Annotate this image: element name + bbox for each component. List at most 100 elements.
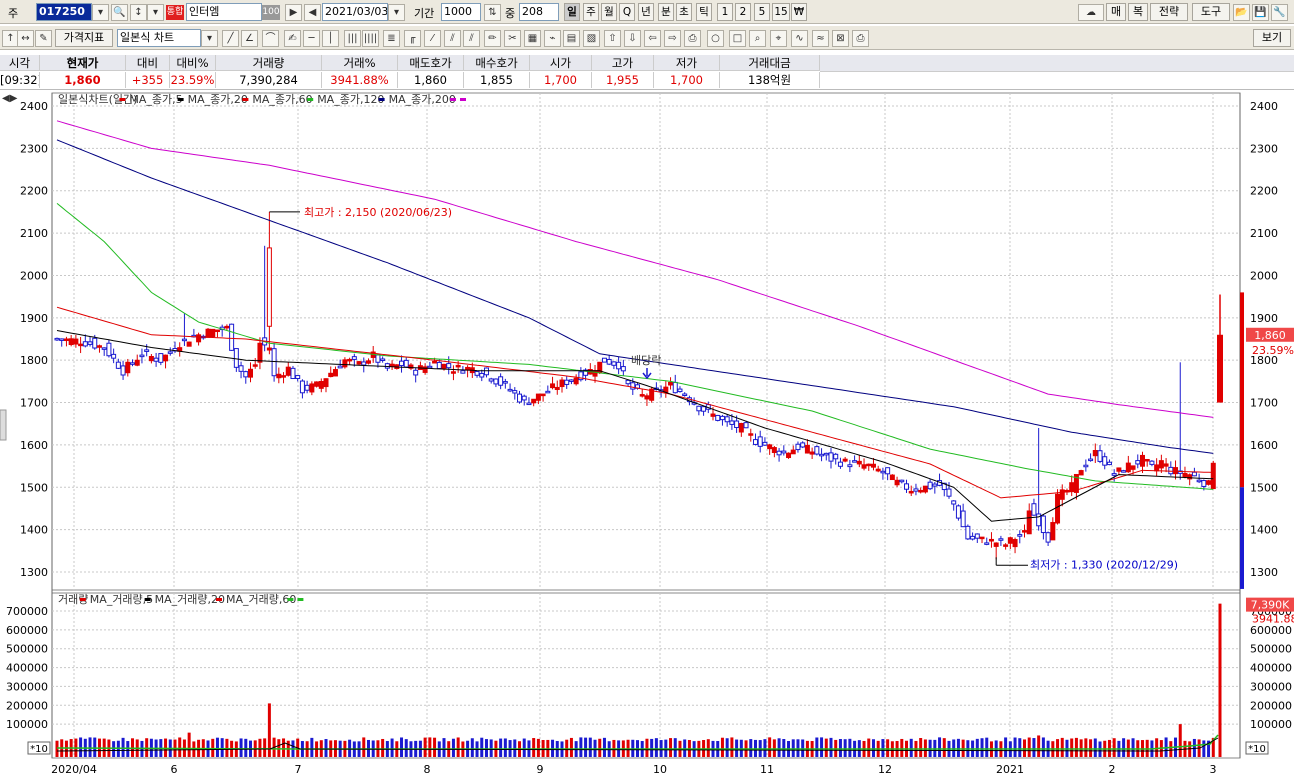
period-button-12[interactable]: ₩	[791, 3, 807, 21]
strategy-button[interactable]: 전략	[1150, 3, 1188, 21]
expand-icon[interactable]: ↔	[17, 30, 34, 47]
sort-icon[interactable]: ↕	[130, 4, 147, 21]
draw-retrace-icon[interactable]: ≣	[383, 30, 400, 47]
draw-line-icon[interactable]: ╱	[222, 30, 239, 47]
draw-fib-time-icon[interactable]: |||	[344, 30, 361, 47]
save-icon[interactable]: 💾	[1252, 4, 1269, 21]
draw-arc-icon[interactable]: ⌒	[262, 30, 279, 47]
draw-arrow-left-icon[interactable]: ⇦	[644, 30, 661, 47]
candle-down	[545, 390, 551, 394]
candle-up	[918, 489, 924, 493]
multi-button[interactable]: 복	[1128, 3, 1148, 21]
chart-type-select[interactable]: 일본식 차트	[117, 29, 201, 47]
period-button-4[interactable]: 년	[638, 3, 654, 21]
draw-arrow-right-icon[interactable]: ⇨	[664, 30, 681, 47]
draw-memo-icon[interactable]: ⎙	[684, 30, 701, 47]
draw-wave3-icon[interactable]: ≈	[812, 30, 829, 47]
spin-icon[interactable]: ⇅	[484, 4, 501, 21]
draw-gann-icon[interactable]: ||||	[362, 30, 379, 47]
draw-pattern-icon[interactable]: ▧	[583, 30, 600, 47]
candle-down	[913, 488, 919, 492]
volume-bar	[456, 737, 460, 757]
period-button-1[interactable]: 주	[583, 3, 599, 21]
settings-icon[interactable]: 🔧	[1271, 4, 1288, 21]
candle-up	[432, 360, 438, 364]
date-input[interactable]: 2021/03/03	[322, 3, 388, 21]
period-button-0[interactable]: 일	[564, 3, 580, 21]
y-tick-label: 2200	[20, 185, 48, 198]
candle-down	[54, 337, 60, 341]
indicator-button[interactable]: 가격지표	[55, 29, 113, 47]
draw-wave-icon[interactable]: ⌁	[544, 30, 561, 47]
draw-parallel-icon[interactable]: ⫽	[463, 30, 480, 47]
stock-chart[interactable]: 2020/04 6 7 8 9 10 11 12 2021 2 3 1300 1300 1400 1400 1…	[0, 90, 1294, 777]
draw-pen-icon[interactable]: ✍	[284, 30, 301, 47]
candle-up	[356, 361, 362, 365]
period-button-8[interactable]: 1	[717, 3, 733, 21]
draw-cut-icon[interactable]: ✂	[504, 30, 521, 47]
cloud-icon[interactable]: ☁	[1078, 4, 1104, 21]
draw-zoom-icon[interactable]: ⌕	[749, 30, 766, 47]
draw-print-icon[interactable]: ⎙	[852, 30, 869, 47]
y-tick-label: 1900	[20, 312, 48, 325]
candle-up	[554, 386, 560, 391]
edit-icon[interactable]: ✎	[35, 30, 52, 47]
draw-pencil-icon[interactable]: ✏	[484, 30, 501, 47]
draw-hline-icon[interactable]: ─	[303, 30, 320, 47]
y-tick-label-right: 2200	[1250, 185, 1278, 198]
draw-channel-icon[interactable]: ⫽	[444, 30, 461, 47]
chart-type-dropdown-icon[interactable]: ▾	[201, 30, 218, 47]
draw-grid-color-icon[interactable]: ▦	[524, 30, 541, 47]
play-right-icon[interactable]: ▶	[285, 4, 302, 21]
volume-bar	[1032, 738, 1036, 757]
draw-vline-icon[interactable]: │	[322, 30, 339, 47]
play-left-icon[interactable]: ◀	[304, 4, 321, 21]
draw-wave2-icon[interactable]: ∿	[791, 30, 808, 47]
period-button-10[interactable]: 5	[754, 3, 770, 21]
period-button-6[interactable]: 초	[676, 3, 692, 21]
candle-down	[361, 361, 367, 366]
volume-bar	[579, 737, 583, 757]
candle-down	[1121, 470, 1127, 473]
draw-target-icon[interactable]: ⌖	[770, 30, 787, 47]
volume-bar	[956, 738, 960, 757]
search-icon[interactable]: 🔍	[111, 4, 128, 21]
volume-bar	[1023, 739, 1026, 757]
volume-bar	[239, 738, 243, 757]
draw-circle-icon[interactable]: ○	[707, 30, 724, 47]
period-button-7[interactable]: 틱	[696, 3, 712, 21]
draw-angle-icon[interactable]: ∠	[241, 30, 258, 47]
folder-icon[interactable]: 📂	[1233, 4, 1250, 21]
draw-rect-icon[interactable]: □	[729, 30, 746, 47]
sell-button[interactable]: 매	[1106, 3, 1126, 21]
count-input[interactable]: 208	[519, 3, 559, 21]
period-input[interactable]: 1000	[441, 3, 481, 21]
code-dropdown-icon[interactable]: ▾	[92, 4, 109, 21]
period-button-9[interactable]: 2	[735, 3, 751, 21]
stock-code-input[interactable]: 017250	[36, 3, 92, 21]
draw-box-icon[interactable]: ⊠	[832, 30, 849, 47]
draw-trend-icon[interactable]: ⁄	[424, 30, 441, 47]
draw-arrow-down-icon[interactable]: ⇩	[624, 30, 641, 47]
candle-up	[96, 345, 102, 348]
tools-button[interactable]: 도구	[1192, 3, 1230, 21]
volume-bar	[923, 739, 927, 757]
period-button-2[interactable]: 월	[601, 3, 617, 21]
view-button[interactable]: 보기	[1253, 29, 1291, 47]
period-button-3[interactable]: Q	[619, 3, 635, 21]
candle-up	[922, 485, 928, 493]
sort-dropdown-icon[interactable]: ▾	[147, 4, 164, 21]
x-tick-label: 11	[760, 763, 774, 776]
date-dropdown-icon[interactable]: ▾	[388, 4, 405, 21]
candle-up	[870, 463, 876, 468]
candle-down	[965, 525, 971, 540]
draw-bars-icon[interactable]: ╓	[404, 30, 421, 47]
quote-value-1: 1,860	[40, 72, 126, 88]
draw-arrow-up-icon[interactable]: ⇧	[604, 30, 621, 47]
stock-name-field[interactable]: 인터엠	[186, 3, 262, 21]
candle-down	[290, 367, 296, 380]
draw-table-icon[interactable]: ▤	[563, 30, 580, 47]
period-button-5[interactable]: 분	[658, 3, 674, 21]
period-button-11[interactable]: 15	[772, 3, 790, 21]
candle-up	[248, 368, 253, 378]
